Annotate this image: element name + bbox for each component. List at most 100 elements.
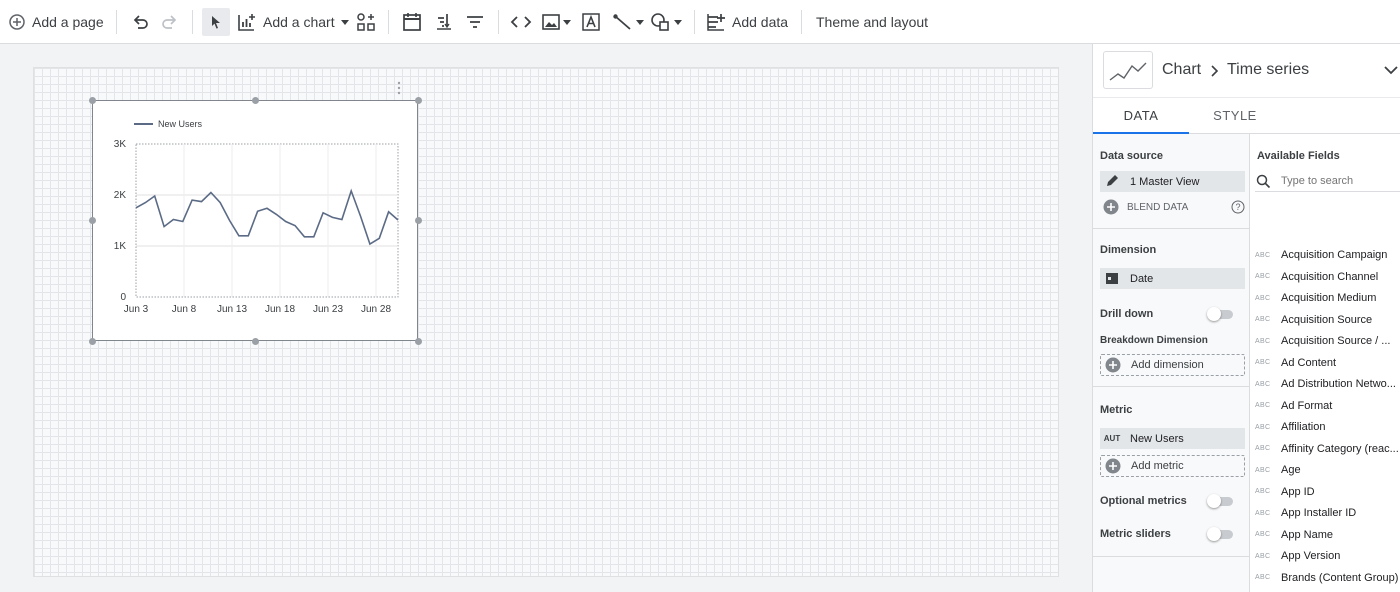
y-tick-label: 1K [114,241,127,252]
resize-handle[interactable] [89,338,96,345]
add-dimension-button[interactable]: Add dimension [1100,354,1245,376]
cursor-icon [212,16,220,29]
add-chart-label: Add a chart [263,14,335,30]
drill-down-toggle[interactable] [1207,307,1233,321]
field-item[interactable]: ABC Acquisition Medium [1255,288,1376,308]
field-item[interactable]: ABC Acquisition Campaign [1255,245,1387,265]
field-name: App Name [1281,528,1333,541]
add-chart-button[interactable]: Add a chart [237,8,349,36]
metric-chip[interactable]: AUT New Users [1100,428,1245,449]
data-source-title: Data source [1100,150,1163,162]
text-box-button[interactable] [581,8,601,36]
controls-icon [357,13,375,31]
field-item[interactable]: ABC Affiliation [1255,417,1325,437]
add-control-button[interactable] [356,8,376,36]
metric-sliders-toggle[interactable] [1207,527,1233,541]
field-search-input[interactable] [1281,174,1391,187]
resize-handle[interactable] [415,97,422,104]
select-tool-button[interactable] [202,8,230,36]
field-item[interactable]: ABC App ID [1255,482,1315,502]
field-type-badge: ABC [1255,552,1271,560]
resize-handle[interactable] [252,97,259,104]
field-item[interactable]: ABC Acquisition Channel [1255,267,1378,287]
resize-handle[interactable] [89,217,96,224]
undo-icon [133,15,148,29]
chart-type-thumbnail[interactable] [1103,51,1153,89]
optional-metrics-label: Optional metrics [1100,495,1187,507]
field-item[interactable]: ABC App Installer ID [1255,503,1356,523]
redo-button[interactable] [160,8,180,36]
shapes-icon [651,13,669,31]
y-tick-label: 2K [114,190,127,201]
add-page-button[interactable]: Add a page [8,8,104,36]
toggle-knob [1207,494,1221,508]
theme-layout-button[interactable]: Theme and layout [816,8,928,36]
resize-handle[interactable] [89,97,96,104]
chevron-down-icon[interactable] [1383,65,1399,75]
add-circle-icon [1105,458,1121,474]
field-item[interactable]: ABC Age [1255,460,1301,480]
field-item[interactable]: ABC Ad Distribution Netwo... [1255,374,1396,394]
section-divider [1093,556,1250,557]
field-item[interactable]: ABC Brands (Content Group) [1255,568,1398,588]
y-tick-label: 3K [114,139,127,150]
help-icon[interactable]: ? [1231,200,1245,214]
field-search[interactable] [1255,170,1400,192]
field-item[interactable]: ABC Acquisition Source [1255,310,1372,330]
field-type-badge: ABC [1255,359,1271,366]
chart-type-header[interactable]: Chart Time series [1093,44,1400,98]
tab-style[interactable]: STYLE [1189,98,1281,134]
y-tick-label: 0 [120,292,126,303]
image-button[interactable] [541,8,571,36]
x-axis-ticks: Jun 3 Jun 8 Jun 13 Jun 18 Jun 23 Jun 28 [124,304,392,315]
data-control-button[interactable] [434,8,454,36]
dropdown-arrow-icon [340,20,349,25]
field-type-badge: ABC [1255,337,1271,345]
field-name: Affiliation [1281,421,1326,433]
data-source-chip[interactable]: 1 Master View [1100,171,1245,192]
field-item[interactable]: ABC App Version [1255,546,1340,566]
divider [192,10,193,34]
line-button[interactable] [612,8,644,36]
shape-button[interactable] [650,8,682,36]
properties-panel: Chart Time series DATA STYLE Data source… [1092,44,1400,592]
time-series-chart[interactable]: New Users 3K 2K 1K 0 Jun 3 Jun 8 Jun 13 … [89,81,422,345]
resize-handle[interactable] [415,217,422,224]
add-metric-button[interactable]: Add metric [1100,455,1245,477]
search-icon [1256,174,1271,188]
tab-data[interactable]: DATA [1093,98,1189,134]
field-name: Brands (Content Group) [1281,571,1399,584]
field-item[interactable]: ABC Acquisition Source / ... [1255,331,1390,351]
pencil-icon[interactable] [1100,171,1124,192]
blend-data-label: BLEND DATA [1127,201,1189,213]
x-tick-label: Jun 13 [217,304,247,315]
divider [801,10,802,34]
field-name: Ad Format [1281,399,1333,412]
field-item[interactable]: ABC Affinity Category (reac... [1255,439,1399,459]
more-options-icon[interactable] [396,81,402,95]
x-tick-label: Jun 28 [361,304,391,315]
resize-handle[interactable] [252,338,259,345]
field-name: Affinity Category (reac... [1281,442,1399,455]
add-data-button[interactable]: Add data [706,8,788,36]
filter-control-button[interactable] [465,8,485,36]
text-box-icon [582,13,600,31]
field-item[interactable]: ABC Ad Content [1255,353,1336,373]
undo-button[interactable] [130,8,150,36]
resize-handle[interactable] [415,338,422,345]
metric-aggregation-badge[interactable]: AUT [1100,434,1124,443]
x-tick-label: Jun 3 [124,304,149,315]
field-name: Acquisition Source [1281,313,1373,326]
dropdown-arrow-icon [674,20,682,25]
blend-data-button[interactable]: BLEND DATA ? [1103,198,1245,216]
date-range-button[interactable] [402,8,422,36]
metric-title: Metric [1100,404,1133,416]
field-name: App ID [1281,485,1315,498]
field-name: Age [1281,464,1301,476]
field-type-badge: ABC [1255,316,1271,323]
field-item[interactable]: ABC Ad Format [1255,396,1332,416]
field-item[interactable]: ABC App Name [1255,525,1333,545]
dimension-chip[interactable]: Date [1100,268,1245,289]
optional-metrics-toggle[interactable] [1207,494,1233,508]
embed-url-button[interactable] [510,8,532,36]
